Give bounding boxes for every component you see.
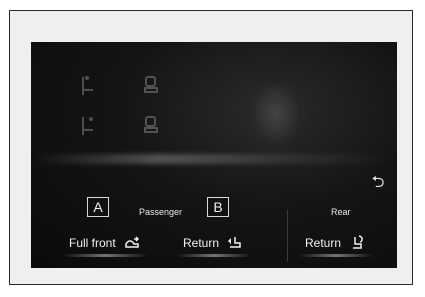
seat-icon <box>77 74 97 98</box>
back-button[interactable]: ⮌ <box>368 175 388 191</box>
button-underline <box>63 254 148 257</box>
passenger-label: Passenger <box>139 207 183 217</box>
seat-icon <box>141 114 161 138</box>
seat-control-screen: ⮌ A Passenger B Rear Full front Return R… <box>31 42 397 268</box>
section-divider <box>287 210 288 262</box>
rear-label: Rear <box>331 207 351 217</box>
screen-highlight <box>31 154 397 164</box>
seat-forward-icon <box>122 234 142 252</box>
seat-icon <box>77 114 97 138</box>
seat-return-icon <box>225 234 245 252</box>
return-passenger-button[interactable]: Return <box>177 232 252 257</box>
seat-icon <box>141 74 161 98</box>
button-underline <box>177 254 252 257</box>
return-rear-button[interactable]: Return <box>299 232 374 257</box>
return-arrow-icon: ⮌ <box>371 174 385 191</box>
seat-recline-icon <box>347 234 367 252</box>
button-underline <box>299 254 374 257</box>
callout-a-badge: A <box>87 197 109 217</box>
full-front-label: Full front <box>69 236 116 250</box>
seat-illustration <box>241 84 311 159</box>
return-passenger-label: Return <box>183 236 220 250</box>
callout-b-badge: B <box>207 197 229 217</box>
full-front-button[interactable]: Full front <box>63 232 148 257</box>
return-rear-label: Return <box>305 236 342 250</box>
